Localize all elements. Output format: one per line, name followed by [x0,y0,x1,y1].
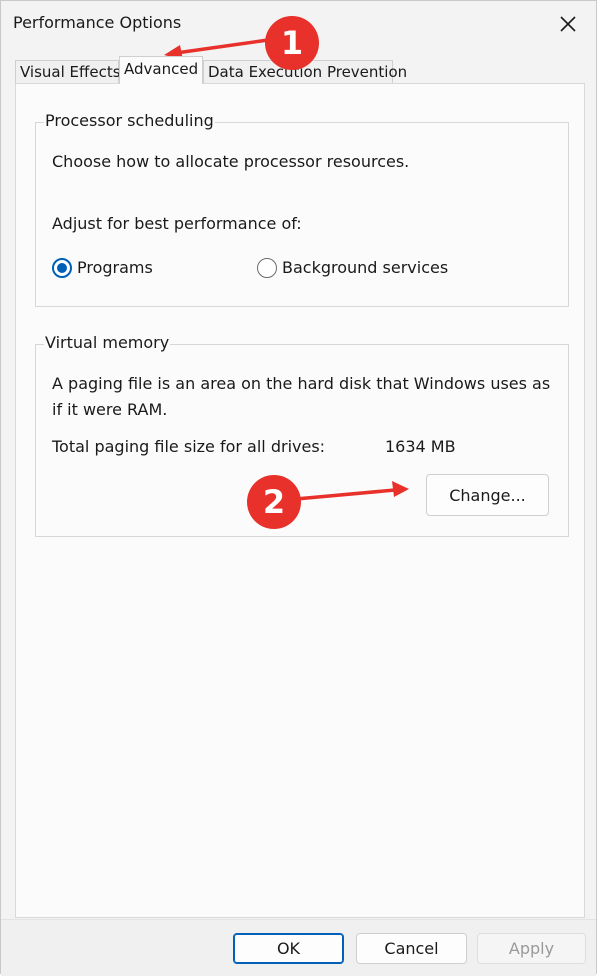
virtual-memory-group: Virtual memory A paging file is an area … [35,333,569,537]
adjust-performance-label: Adjust for best performance of: [52,214,302,233]
virtual-memory-description-line1: A paging file is an area on the hard dis… [52,374,551,393]
total-paging-size-label: Total paging file size for all drives: [52,437,326,456]
total-paging-size-value: 1634 MB [385,437,456,456]
background-services-label[interactable]: Background services [282,258,448,277]
dialog-footer: OK Cancel Apply [1,919,596,976]
processor-scheduling-label: Processor scheduling [44,111,215,130]
annotation-marker-1: 1 [266,17,318,69]
annotation-marker-2: 2 [248,476,300,528]
apply-button[interactable]: Apply [477,933,586,964]
tab-advanced[interactable]: Advanced [119,56,203,84]
virtual-memory-description-line2: if it were RAM. [52,400,168,419]
virtual-memory-label: Virtual memory [44,333,171,352]
processor-scheduling-group: Processor scheduling Choose how to alloc… [35,111,569,307]
change-button[interactable]: Change... [426,474,549,516]
close-icon [560,16,576,32]
background-services-radio[interactable] [257,258,277,278]
ok-button[interactable]: OK [233,933,344,964]
processor-description: Choose how to allocate processor resourc… [52,152,410,171]
programs-label[interactable]: Programs [77,258,153,277]
programs-radio[interactable] [52,258,72,278]
cancel-button[interactable]: Cancel [356,933,467,964]
tab-visual-effects[interactable]: Visual Effects [15,60,121,83]
window-title: Performance Options [13,13,182,32]
performance-options-window: Performance Options Visual Effects Advan… [0,0,597,976]
advanced-tab-panel: Processor scheduling Choose how to alloc… [15,83,585,918]
close-button[interactable] [548,7,588,41]
